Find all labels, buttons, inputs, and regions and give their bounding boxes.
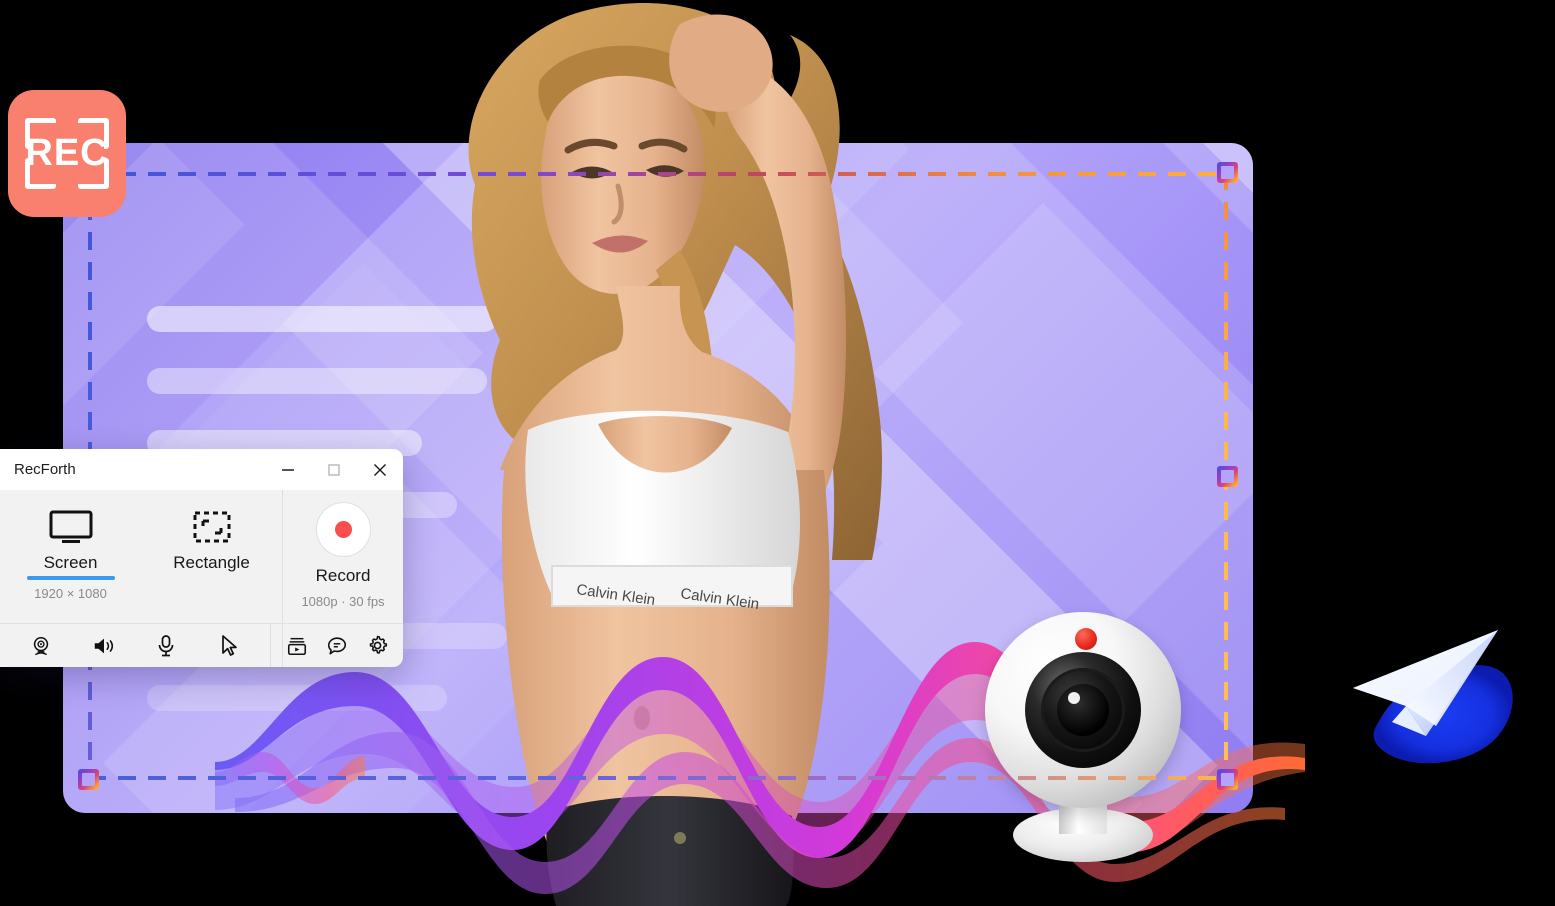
selection-handle-bottom-right[interactable] bbox=[1217, 769, 1238, 790]
webcam-lens-glint bbox=[1068, 692, 1080, 704]
minimize-button[interactable] bbox=[265, 449, 311, 490]
selection-handle-bottom-left[interactable] bbox=[78, 769, 99, 790]
close-button[interactable] bbox=[357, 449, 403, 490]
record-dot-icon bbox=[334, 521, 352, 538]
maximize-button[interactable] bbox=[311, 449, 357, 490]
tool-row-left bbox=[0, 623, 271, 667]
tool-row-right bbox=[271, 623, 403, 667]
monitor-icon bbox=[49, 504, 93, 544]
mode-screen-sub: 1920 × 1080 bbox=[34, 586, 107, 601]
corner-bracket-icon bbox=[78, 158, 109, 189]
gear-icon bbox=[369, 635, 387, 654]
maximize-icon bbox=[328, 463, 340, 476]
webcam-led-icon bbox=[1075, 628, 1097, 650]
settings-button[interactable] bbox=[364, 633, 390, 659]
recforth-window: RecForth Screen 1920 × 1080 Rectangle Re… bbox=[0, 449, 403, 667]
screenshot-canvas: Calvin Klein Calvin Klein REC RecForth S… bbox=[0, 0, 1555, 906]
speaker-icon bbox=[94, 638, 113, 653]
inactive-underline bbox=[168, 576, 256, 580]
annotations-button[interactable] bbox=[324, 633, 350, 659]
tool-row bbox=[0, 623, 403, 667]
system-sound-button[interactable] bbox=[91, 633, 117, 659]
close-icon bbox=[373, 463, 387, 476]
selection-handle-middle-right[interactable] bbox=[1217, 466, 1238, 487]
show-cursor-button[interactable] bbox=[216, 633, 242, 659]
webcam-toggle-button[interactable] bbox=[28, 633, 54, 659]
corner-bracket-icon bbox=[78, 118, 109, 149]
record-label: Record bbox=[315, 566, 371, 585]
minimize-icon bbox=[282, 468, 294, 471]
title-bar: RecForth bbox=[0, 449, 403, 490]
chat-bubble-icon bbox=[327, 636, 347, 654]
mode-rectangle-label: Rectangle bbox=[173, 553, 250, 572]
corner-bracket-icon bbox=[25, 118, 56, 149]
webcam-device bbox=[985, 612, 1185, 862]
cursor-icon bbox=[221, 634, 237, 656]
webcam-icon bbox=[34, 636, 49, 655]
microphone-button[interactable] bbox=[153, 633, 179, 659]
recordings-library-icon bbox=[287, 637, 307, 655]
record-button[interactable] bbox=[315, 502, 371, 557]
corner-bracket-icon bbox=[25, 158, 56, 189]
microphone-icon bbox=[158, 634, 174, 656]
window-title: RecForth bbox=[14, 461, 76, 478]
dashed-rectangle-icon bbox=[192, 504, 232, 544]
record-quality: 1080p · 30 fps bbox=[301, 594, 385, 609]
mode-screen-label: Screen bbox=[43, 553, 98, 572]
paper-plane bbox=[1348, 618, 1528, 788]
webcam-lens-inner bbox=[1057, 684, 1109, 736]
active-underline bbox=[26, 576, 115, 580]
recordings-button[interactable] bbox=[284, 633, 310, 659]
selection-handle-top-right[interactable] bbox=[1217, 162, 1238, 183]
rec-badge: REC bbox=[8, 90, 126, 217]
